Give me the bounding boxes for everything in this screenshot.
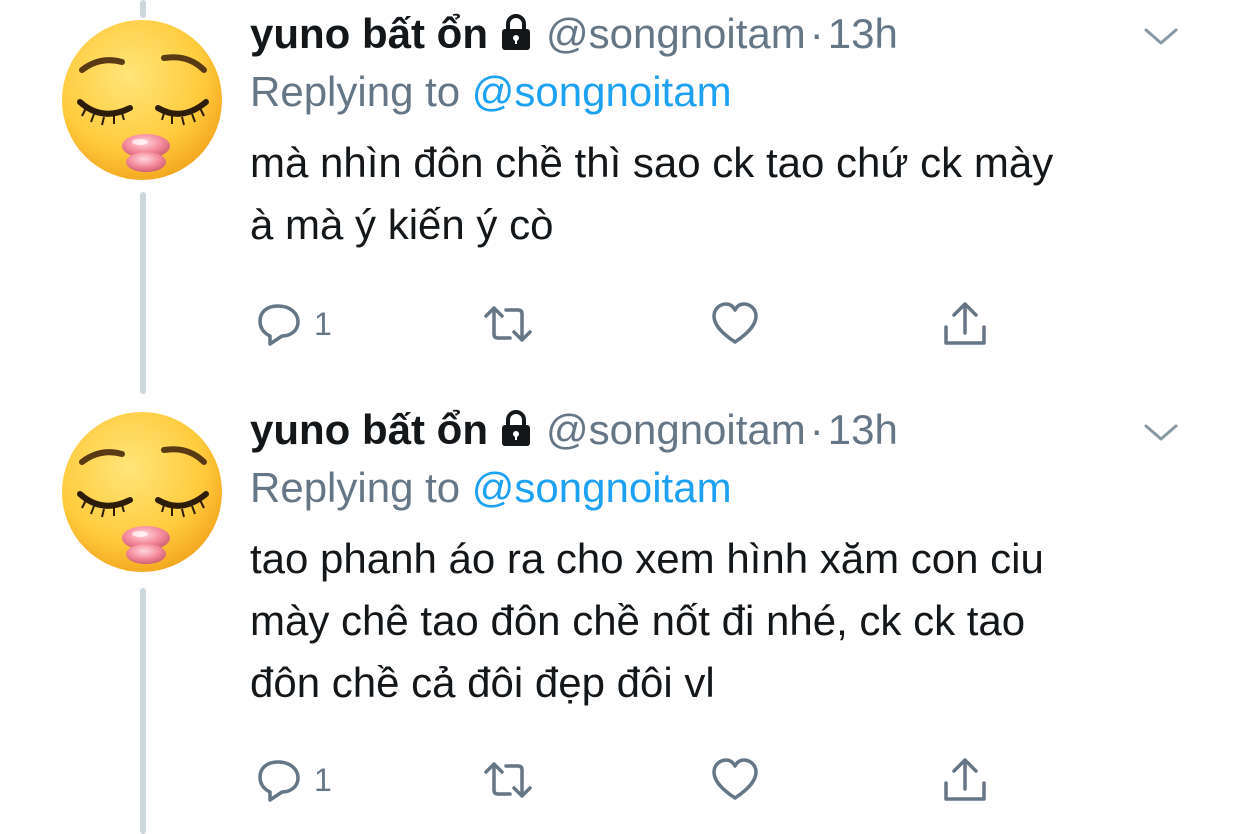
tweet-text: tao phanh áo ra cho xem hình xăm con ciu… <box>250 528 1190 714</box>
lock-icon <box>501 410 530 446</box>
replying-prefix: Replying to <box>250 464 461 511</box>
reply-button[interactable]: 1 <box>256 296 332 352</box>
avatar[interactable] <box>60 410 224 574</box>
like-button[interactable] <box>710 296 760 352</box>
tweet-header: yuno bất ổn @songnoitam · 13h <box>250 406 1210 462</box>
share-button[interactable] <box>940 296 990 352</box>
tweet-text-line: mà nhìn đôn chề thì sao ck tao chứ ck mà… <box>250 139 1054 186</box>
lock-icon <box>501 14 530 50</box>
tweet-header: yuno bất ổn @songnoitam · 13h <box>250 10 1210 66</box>
share-button[interactable] <box>940 752 990 808</box>
separator-dot: · <box>809 406 824 453</box>
like-icon <box>712 758 758 800</box>
display-name[interactable]: yuno bất ổn <box>250 406 488 454</box>
tweet-actions: 1 <box>250 752 1210 812</box>
user-handle[interactable]: @songnoitam <box>546 10 806 58</box>
tweet-actions: 1 <box>250 296 1210 356</box>
display-name[interactable]: yuno bất ổn <box>250 10 488 58</box>
share-icon <box>944 758 986 801</box>
tweet[interactable]: yuno bất ổn @songnoitam · 13h Replying t… <box>0 396 1242 834</box>
tweet-text: mà nhìn đôn chề thì sao ck tao chứ ck mà… <box>250 132 1190 256</box>
replying-to: Replying to @songnoitam <box>250 68 1210 126</box>
replying-to-link[interactable]: @songnoitam <box>472 464 732 511</box>
tweet-text-line: đôn chề cả đôi đẹp đôi vl <box>250 659 715 706</box>
tweet-text-line: à mà ý kiến ý cò <box>250 201 554 248</box>
reply-icon <box>258 760 300 802</box>
chevron-down-icon[interactable] <box>1142 420 1180 444</box>
reply-button[interactable]: 1 <box>256 752 332 808</box>
avatar[interactable] <box>60 18 224 182</box>
reply-icon <box>258 304 300 346</box>
retweet-icon <box>484 762 532 798</box>
retweet-button[interactable] <box>480 752 536 808</box>
like-button[interactable] <box>710 752 760 808</box>
tweet-thread: yuno bất ổn @songnoitam · 13h Replying t… <box>0 0 1242 834</box>
chevron-down-icon[interactable] <box>1142 24 1180 48</box>
timestamp[interactable]: 13h <box>828 10 898 58</box>
user-handle[interactable]: @songnoitam <box>546 406 806 454</box>
replying-prefix: Replying to <box>250 68 461 115</box>
replying-to-link[interactable]: @songnoitam <box>472 68 732 115</box>
tweet-text-line: tao phanh áo ra cho xem hình xăm con ciu <box>250 535 1044 582</box>
reply-count: 1 <box>314 761 332 798</box>
like-icon <box>712 302 758 344</box>
replying-to: Replying to @songnoitam <box>250 464 1210 522</box>
share-icon <box>944 302 986 345</box>
retweet-button[interactable] <box>480 296 536 352</box>
reply-count: 1 <box>314 305 332 342</box>
tweet-text-line: mày chê tao đôn chề nốt đi nhé, ck ck ta… <box>250 597 1026 644</box>
separator-dot: · <box>809 10 824 57</box>
retweet-icon <box>484 306 532 342</box>
tweet[interactable]: yuno bất ổn @songnoitam · 13h Replying t… <box>0 0 1242 396</box>
timestamp[interactable]: 13h <box>828 406 898 454</box>
